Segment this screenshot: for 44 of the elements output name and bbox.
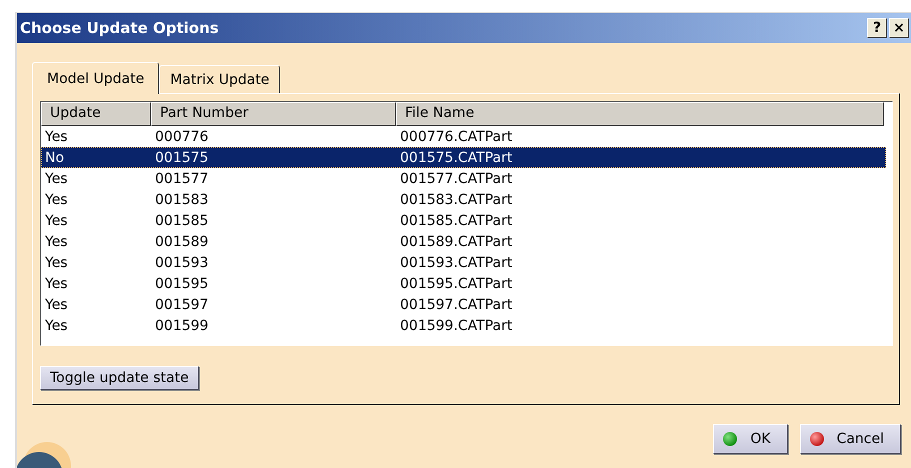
table-cell-text: No — [44, 149, 66, 168]
table-cell-text: 001583 — [154, 191, 210, 210]
table-cell-text: 001595.CATPart — [399, 275, 514, 294]
table-cell-text: 001593 — [154, 254, 210, 273]
table-cell-text: 001575 — [154, 149, 210, 168]
column-header[interactable]: Part Number — [151, 102, 396, 126]
table-cell-text: 001589.CATPart — [399, 233, 514, 252]
table-cell-text: 001597.CATPart — [399, 296, 514, 315]
table-cell-text: Yes — [44, 317, 69, 336]
tab[interactable]: Model Update — [32, 62, 160, 94]
table-cell-text: Yes — [44, 128, 69, 147]
table-cell-text: 001583.CATPart — [399, 191, 514, 210]
table-cell-text: 001577.CATPart — [399, 170, 514, 189]
sphere-icon — [722, 431, 738, 447]
list-row[interactable]: No 001575 001575.CATPart — [41, 147, 886, 168]
toggle-button[interactable]: Toggle update state — [40, 366, 199, 390]
table-cell-text: 001599.CATPart — [399, 317, 514, 336]
column-header[interactable]: File Name — [396, 102, 884, 126]
column-header[interactable]: Update — [41, 102, 151, 126]
table-cell-text: 001595 — [154, 275, 210, 294]
table-cell-text: Yes — [44, 233, 69, 252]
sphere-icon — [808, 431, 825, 447]
tab[interactable]: Matrix Update — [159, 65, 280, 93]
ok-button[interactable]: OK — [713, 424, 788, 454]
table-cell-text: Yes — [44, 191, 69, 210]
table-cell-text: 001589 — [154, 233, 210, 252]
table-cell-text: 001597 — [154, 296, 210, 315]
table-cell-text: Yes — [44, 254, 69, 273]
table-cell-text: 000776.CATPart — [399, 128, 514, 147]
table-cell-text: 000776 — [154, 128, 210, 147]
window-title: Choose Update Options — [20, 19, 219, 37]
table-cell-text: Yes — [44, 275, 69, 294]
table-cell-text: 001585 — [154, 212, 210, 231]
table-cell-text: Yes — [44, 212, 69, 231]
table-cell-text: Yes — [44, 170, 69, 189]
table-cell-text: 001585.CATPart — [399, 212, 514, 231]
help-button[interactable]: ? — [867, 18, 887, 38]
table-cell-text: 001593.CATPart — [399, 254, 514, 273]
close-button[interactable]: × — [889, 18, 909, 38]
table-cell-text: 001575.CATPart — [399, 149, 514, 168]
table-cell-text: 001599 — [154, 317, 210, 336]
table-cell-text: 001577 — [154, 170, 210, 189]
cancel-button[interactable]: Cancel — [800, 424, 901, 454]
table-cell-text: Yes — [44, 296, 69, 315]
